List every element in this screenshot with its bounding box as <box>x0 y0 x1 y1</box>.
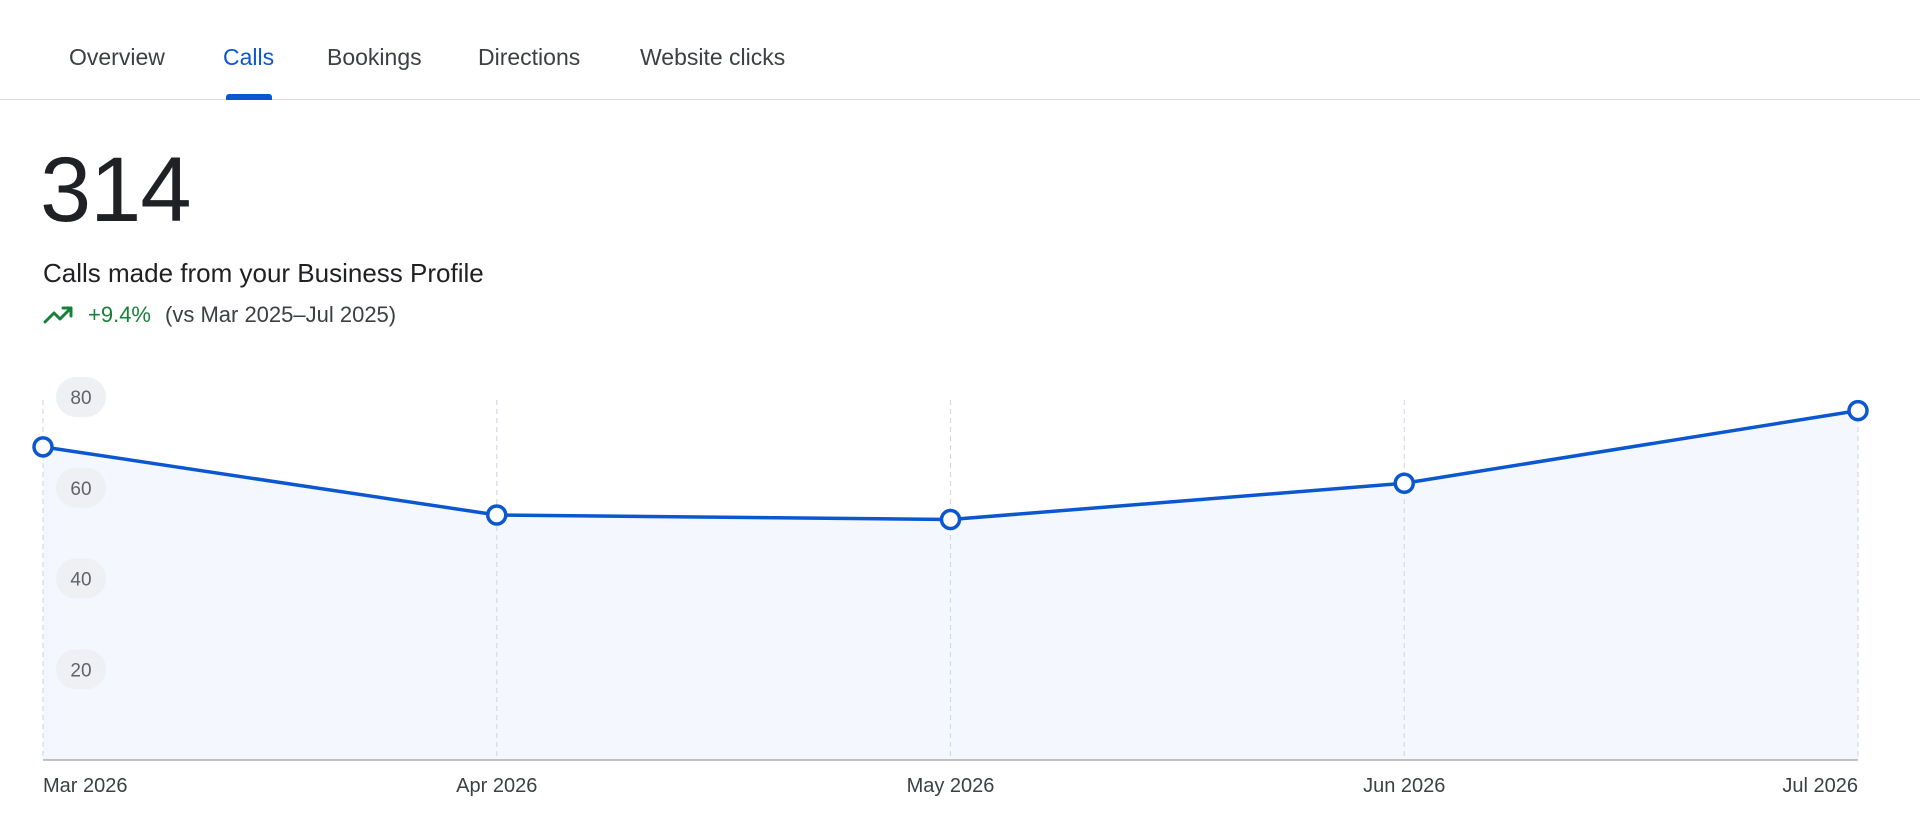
tab-bar: Overview Calls Bookings Directions Websi… <box>0 0 1920 100</box>
trending-up-icon <box>43 306 73 324</box>
x-tick-label-3: Jun 2026 <box>1363 775 1445 797</box>
data-point-3 <box>1393 472 1415 494</box>
data-point-4 <box>1847 399 1869 422</box>
metric-value: 314 <box>40 139 191 241</box>
y-tick-label-1: 40 <box>70 570 91 591</box>
active-tab-indicator <box>226 94 272 100</box>
x-tick-label-2: May 2026 <box>907 775 995 797</box>
data-point-1 <box>486 504 508 526</box>
calls-chart: 20 40 60 80 Mar 2026 Apr 2026 May 2026 Jun 2026… <box>32 377 1869 797</box>
tab-directions[interactable]: Directions <box>478 44 580 71</box>
trend-comparison-period: (vs Mar 2025–Jul 2025) <box>165 302 397 327</box>
data-point-2 <box>939 508 962 531</box>
x-tick-label-4: Jul 2026 <box>1782 775 1858 797</box>
tab-bookings[interactable]: Bookings <box>327 44 422 71</box>
tab-website-clicks[interactable]: Website clicks <box>640 44 785 71</box>
y-tick-label-0: 20 <box>70 660 91 681</box>
tab-overview[interactable]: Overview <box>69 44 165 71</box>
data-point-0 <box>32 436 54 458</box>
tab-calls[interactable]: Calls <box>223 44 274 71</box>
y-tick-label-3: 80 <box>70 388 91 409</box>
trend-summary: +9.4% (vs Mar 2025–Jul 2025) <box>43 302 396 328</box>
x-tick-label-0: Mar 2026 <box>43 775 128 797</box>
metric-description: Calls made from your Business Profile <box>43 258 484 288</box>
y-tick-label-2: 60 <box>70 479 91 500</box>
x-tick-label-1: Apr 2026 <box>456 775 537 797</box>
trend-percentage: +9.4% <box>88 302 151 327</box>
